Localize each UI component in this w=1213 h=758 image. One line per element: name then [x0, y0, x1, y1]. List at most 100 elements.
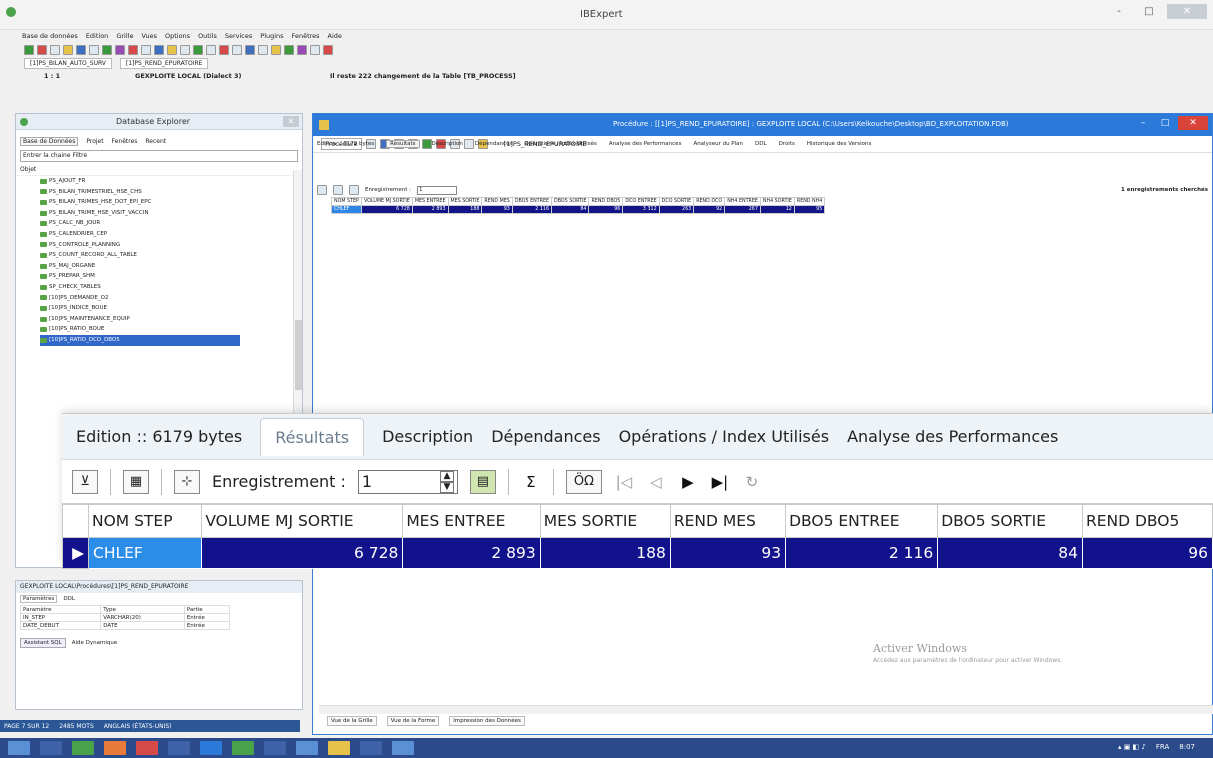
- menu-grid[interactable]: Grille: [116, 32, 133, 40]
- column-header[interactable]: VOLUME MJ SORTIE: [201, 504, 404, 538]
- column-header[interactable]: MES ENTREE: [402, 504, 541, 538]
- copy-icon[interactable]: [180, 44, 190, 55]
- tab-operations[interactable]: Opérations / Index Utilisés: [524, 141, 596, 147]
- procedure-maximize-button[interactable]: □: [1156, 116, 1174, 130]
- edit-icon[interactable]: [50, 44, 60, 55]
- column-header[interactable]: DBO5 ENTREE: [511, 197, 553, 206]
- table-row[interactable]: DATE_DEBUT DATE Entrée: [19, 621, 231, 630]
- column-header[interactable]: DBO5 SORTIE: [937, 504, 1083, 538]
- maximize-button[interactable]: □: [1137, 4, 1161, 19]
- filter-input[interactable]: Entrer la chaine Filtre: [20, 150, 298, 162]
- spin-up-icon[interactable]: ▲: [439, 470, 454, 482]
- record-input[interactable]: 1: [417, 185, 458, 195]
- cell[interactable]: 95: [793, 205, 826, 214]
- cell[interactable]: 3 312: [622, 205, 660, 214]
- tab-ddl[interactable]: DDL: [755, 141, 767, 147]
- next-record-icon[interactable]: ▶: [678, 473, 698, 491]
- menu-windows[interactable]: Fenêtres: [292, 32, 320, 40]
- cell[interactable]: CHLEF: [87, 537, 203, 569]
- taskbar-app-icon[interactable]: [392, 741, 414, 755]
- taskbar-app-icon[interactable]: [232, 741, 254, 755]
- cell[interactable]: 267: [724, 205, 761, 214]
- tab-dependencies[interactable]: Dépendances: [491, 427, 618, 446]
- cell[interactable]: 96: [588, 205, 624, 214]
- close-button[interactable]: ✕: [1167, 4, 1207, 19]
- first-record-icon[interactable]: |◁: [614, 473, 634, 491]
- tab-performance[interactable]: Analyse des Performances: [847, 427, 1076, 446]
- explorer-tab-windows[interactable]: Fenêtres: [112, 138, 138, 145]
- tree-item[interactable]: [10]PS_DEMANDE_O2: [40, 293, 302, 304]
- users-icon[interactable]: [297, 44, 307, 55]
- taskbar-app-icon[interactable]: [40, 741, 62, 755]
- tab-grid-view[interactable]: Vue de la Grille: [327, 716, 377, 726]
- tab-parameters[interactable]: Paramètres: [20, 595, 58, 603]
- procedure-minimize-button[interactable]: –: [1134, 116, 1152, 130]
- procedure-close-button[interactable]: ✕: [1178, 116, 1208, 130]
- column-header[interactable]: DCO ENTREE: [622, 197, 660, 206]
- column-header[interactable]: REND DBO5: [1081, 504, 1213, 538]
- filter-icon[interactable]: [317, 185, 327, 195]
- taskbar-app-icon[interactable]: [296, 741, 318, 755]
- tree-item[interactable]: PS_AJOUT_FR: [40, 176, 302, 187]
- prior-record-icon[interactable]: ◁: [646, 473, 666, 491]
- tools-icon[interactable]: [284, 44, 294, 55]
- taskbar-app-icon[interactable]: [168, 741, 190, 755]
- column-header[interactable]: NOM STEP: [331, 197, 362, 206]
- procedure-icon[interactable]: [115, 44, 125, 55]
- tree-item[interactable]: [10]PS_RATIO_DCO_DBO5: [40, 334, 240, 346]
- column-header[interactable]: VOLUME MJ SORTIE: [360, 197, 413, 206]
- input-language[interactable]: FRA: [1156, 743, 1169, 751]
- taskbar-app-icon[interactable]: [104, 741, 126, 755]
- form-view-icon[interactable]: ▦: [123, 469, 149, 494]
- tab-results[interactable]: Résultats: [260, 417, 365, 456]
- sql-editor-icon[interactable]: [89, 44, 99, 55]
- tree-item[interactable]: PS_CALC_NB_JOUR: [40, 218, 302, 229]
- cell[interactable]: 96: [1081, 537, 1213, 569]
- connection-tab-rend[interactable]: [1]PS_REND_EPURATOIRE: [119, 58, 209, 69]
- column-header[interactable]: DCO SORTIE: [658, 197, 695, 206]
- database-icon[interactable]: [76, 44, 86, 55]
- tree-item[interactable]: SP_CHECK_TABLES: [40, 282, 302, 293]
- tab-print-data[interactable]: Impression des Données: [449, 716, 525, 726]
- column-header[interactable]: REND MES: [669, 504, 787, 538]
- tree-item[interactable]: [10]PS_RATIO_BOUE: [40, 324, 302, 335]
- cell[interactable]: 2 116: [785, 537, 939, 569]
- tree-item[interactable]: PS_CONTROLE_PLANNING: [40, 240, 302, 251]
- column-header[interactable]: DBO5 ENTREE: [785, 504, 939, 538]
- tab-edition[interactable]: Edition :: 6179 bytes: [317, 141, 374, 147]
- cell[interactable]: 2 893: [411, 205, 449, 214]
- menu-views[interactable]: Vues: [141, 32, 157, 40]
- export-icon[interactable]: [245, 44, 255, 55]
- tree-item[interactable]: PS_BILAN_TRIME_HSE_VISIT_VACCIN: [40, 208, 302, 219]
- commit-icon[interactable]: [128, 44, 138, 55]
- cell[interactable]: 6 728: [360, 205, 413, 214]
- table-row[interactable]: IN_STEP VARCHAR(20) Entrée: [19, 613, 231, 622]
- cell[interactable]: CHLEF: [331, 205, 362, 214]
- cell[interactable]: 93: [669, 537, 787, 569]
- tab-plan-analyzer[interactable]: Analyseur du Plan: [693, 141, 743, 147]
- tree-item[interactable]: PS_BILAN_TRIMES_HSE_DOT_EPI_EPC: [40, 197, 302, 208]
- tab-dependencies[interactable]: Dépendances: [475, 141, 513, 147]
- column-header[interactable]: MES ENTREE: [411, 197, 449, 206]
- tree-item[interactable]: PS_COUNT_RECORD_ALL_TABLE: [40, 250, 302, 261]
- sum-icon[interactable]: Σ: [521, 473, 541, 491]
- form-icon[interactable]: [333, 185, 343, 195]
- tab-description[interactable]: Description: [432, 141, 463, 147]
- report-icon[interactable]: [271, 44, 281, 55]
- refresh-icon[interactable]: ↻: [742, 473, 762, 491]
- scrollbar-thumb[interactable]: [295, 320, 302, 390]
- dynamic-help-button[interactable]: Aide Dynamique: [72, 640, 118, 646]
- symbols-icon[interactable]: ÖΩ: [565, 469, 602, 494]
- menu-plugins[interactable]: Plugins: [260, 32, 283, 40]
- tree-item[interactable]: [10]PS_INDICE_BOUE: [40, 303, 302, 314]
- tab-edition[interactable]: Edition :: 6179 bytes: [76, 427, 260, 446]
- column-header[interactable]: MES SORTIE: [447, 197, 483, 206]
- explorer-tab-recent[interactable]: Recent: [145, 138, 166, 145]
- column-header[interactable]: MES SORTIE: [539, 504, 671, 538]
- explorer-tab-project[interactable]: Projet: [86, 138, 103, 145]
- cell[interactable]: 93: [481, 205, 513, 214]
- rollback-icon[interactable]: [141, 44, 151, 55]
- explorer-tab-database[interactable]: Base de Données: [20, 136, 79, 146]
- tab-ddl[interactable]: DDL: [63, 596, 75, 602]
- column-header[interactable]: REND NH4: [793, 197, 826, 206]
